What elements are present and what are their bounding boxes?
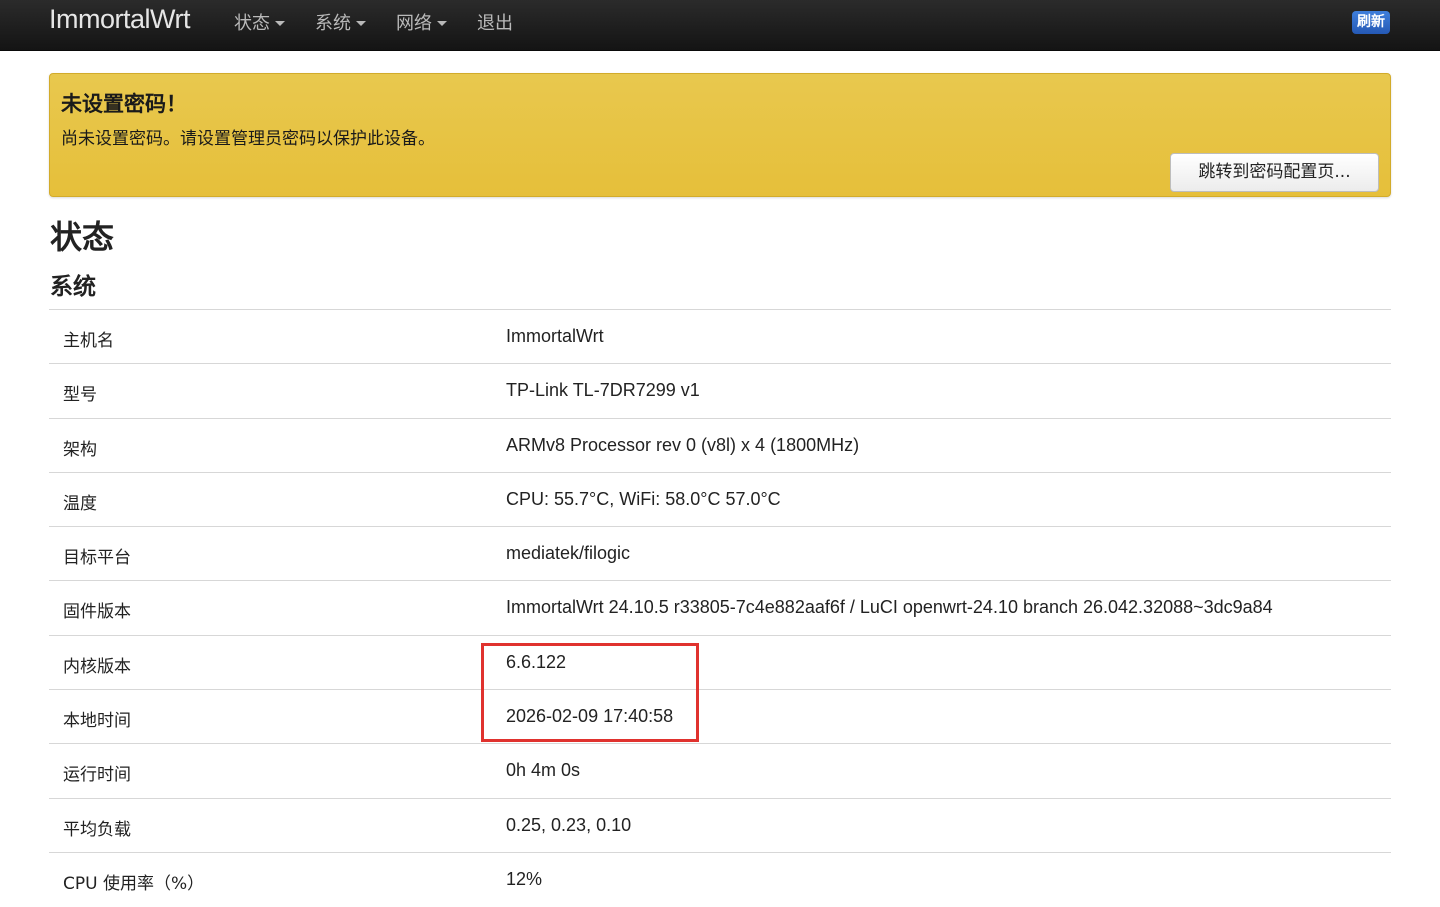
row-label-uptime: 运行时间 xyxy=(63,765,131,786)
row-value-load-average: 0.25, 0.23, 0.10 xyxy=(506,814,632,835)
menu-status[interactable]: 状态 xyxy=(234,10,285,34)
row-label-temperature: 温度 xyxy=(63,493,97,514)
alert-title: 未设置密码！ xyxy=(61,92,187,116)
table-row: 本地时间 2026-02-09 17:40:58 xyxy=(49,690,1391,745)
row-value-local-time: 2026-02-09 17:40:58 xyxy=(506,706,674,727)
chevron-down-icon xyxy=(437,20,447,26)
row-label-cpu-usage: CPU 使用率（%） xyxy=(63,873,205,894)
menu-network-label: 网络 xyxy=(396,13,432,34)
row-value-target-platform: mediatek/filogic xyxy=(506,543,631,564)
section-title-system: 系统 xyxy=(50,274,96,300)
row-value-architecture: ARMv8 Processor rev 0 (v8l) x 4 (1800MHz… xyxy=(506,434,860,455)
row-label-local-time: 本地时间 xyxy=(63,711,131,732)
top-navbar: ImmortalWrt 状态 系统 网络 退出 刷新 xyxy=(0,0,1440,51)
row-value-kernel-version: 6.6.122 xyxy=(506,651,567,672)
row-value-temperature: CPU: 55.7°C, WiFi: 58.0°C 57.0°C xyxy=(506,488,781,509)
menu-status-label: 状态 xyxy=(234,13,270,34)
row-value-uptime: 0h 4m 0s xyxy=(506,760,581,781)
page-title: 状态 xyxy=(50,218,115,256)
goto-password-config-button[interactable]: 跳转到密码配置页... xyxy=(1170,153,1379,192)
menu-system[interactable]: 系统 xyxy=(315,10,366,34)
chevron-down-icon xyxy=(275,20,285,26)
main-menu: 状态 系统 网络 退出 xyxy=(234,10,543,34)
row-label-architecture: 架构 xyxy=(63,439,97,460)
menu-system-label: 系统 xyxy=(315,13,351,34)
row-value-firmware-version: ImmortalWrt 24.10.5 r33805-7c4e882aaf6f … xyxy=(506,597,1273,618)
row-label-kernel-version: 内核版本 xyxy=(63,656,131,677)
system-info-table: 主机名 ImmortalWrt 型号 TP-Link TL-7DR7299 v1… xyxy=(49,309,1391,907)
menu-logout-label: 退出 xyxy=(477,13,513,34)
no-password-alert: 未设置密码！ 尚未设置密码。请设置管理员密码以保护此设备。 跳转到密码配置页..… xyxy=(49,73,1391,197)
row-label-hostname: 主机名 xyxy=(63,331,114,351)
table-row: 内核版本 6.6.122 xyxy=(49,636,1391,691)
brand-logo[interactable]: ImmortalWrt xyxy=(49,4,191,35)
row-label-model: 型号 xyxy=(63,385,97,406)
table-row: 目标平台 mediatek/filogic xyxy=(49,527,1391,582)
table-row: 温度 CPU: 55.7°C, WiFi: 58.0°C 57.0°C xyxy=(49,473,1391,528)
alert-message: 尚未设置密码。请设置管理员密码以保护此设备。 xyxy=(61,129,435,149)
table-row: 固件版本 ImmortalWrt 24.10.5 r33805-7c4e882a… xyxy=(49,581,1391,636)
row-label-firmware-version: 固件版本 xyxy=(63,602,131,623)
table-row: 型号 TP-Link TL-7DR7299 v1 xyxy=(49,364,1391,419)
refresh-button[interactable]: 刷新 xyxy=(1352,11,1390,34)
row-value-model: TP-Link TL-7DR7299 v1 xyxy=(506,380,700,401)
table-row: 运行时间 0h 4m 0s xyxy=(49,744,1391,799)
row-label-target-platform: 目标平台 xyxy=(63,548,131,569)
menu-network[interactable]: 网络 xyxy=(396,10,447,34)
row-value-cpu-usage: 12% xyxy=(506,868,543,889)
menu-logout[interactable]: 退出 xyxy=(477,10,513,34)
table-row: 主机名 ImmortalWrt xyxy=(49,310,1391,365)
row-label-load-average: 平均负载 xyxy=(63,819,131,840)
row-value-hostname: ImmortalWrt xyxy=(506,326,604,346)
chevron-down-icon xyxy=(356,20,366,26)
table-row: 架构 ARMv8 Processor rev 0 (v8l) x 4 (1800… xyxy=(49,419,1391,473)
table-row: CPU 使用率（%） 12% xyxy=(49,853,1391,907)
table-row: 平均负载 0.25, 0.23, 0.10 xyxy=(49,799,1391,853)
